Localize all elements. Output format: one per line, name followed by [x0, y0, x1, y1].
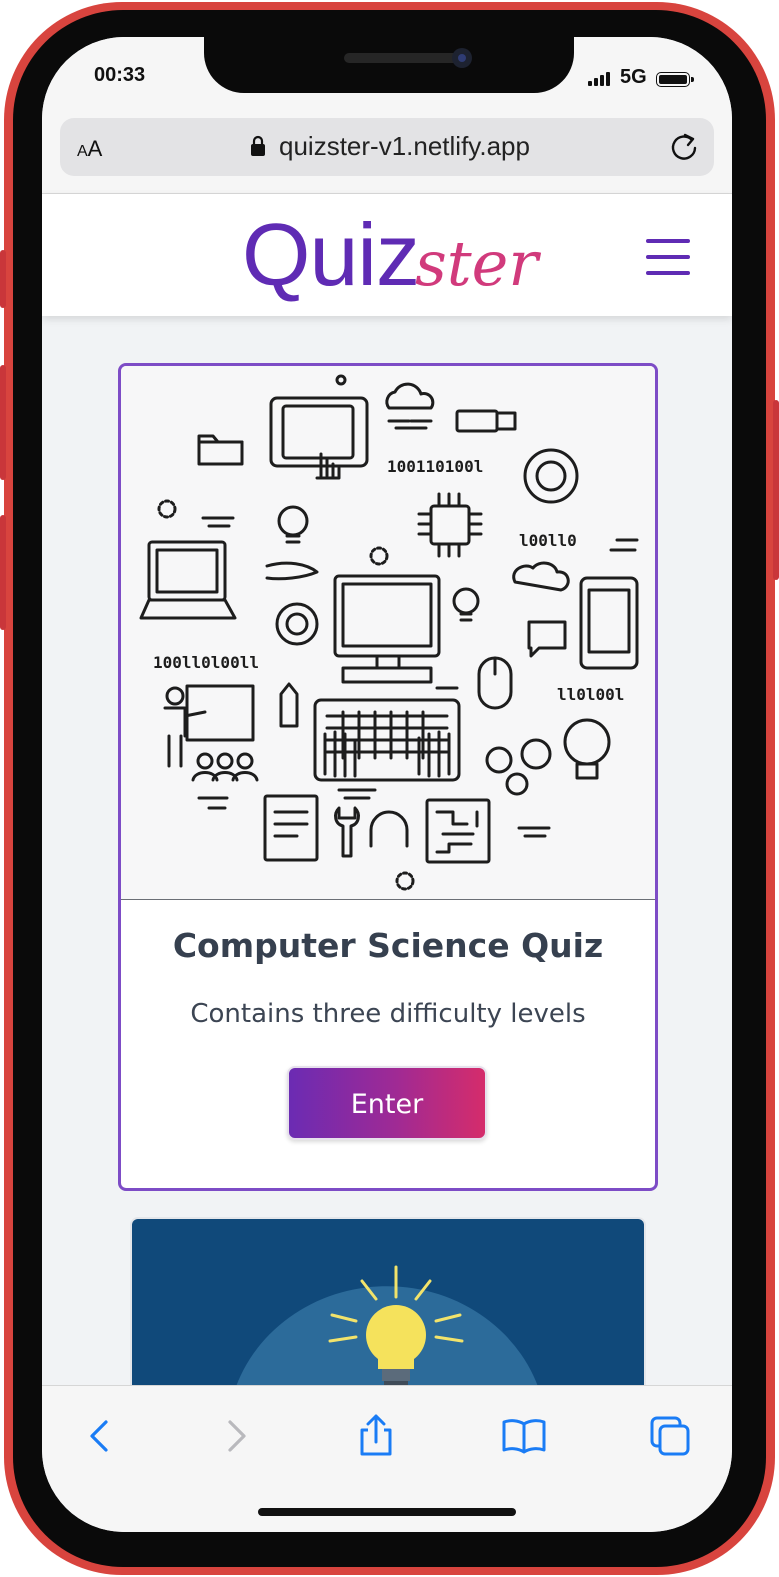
notch: [204, 37, 574, 93]
status-time: 00:33: [94, 64, 146, 86]
text-size-button[interactable]: AA: [77, 136, 102, 162]
quiz-card: 100110100l l00ll0 100ll0l00ll ll0l00l Co…: [118, 363, 658, 1191]
browser-address-area: AA quizster-v1.netlify.app: [42, 115, 732, 194]
volume-button-up: [0, 365, 6, 480]
enter-quiz-button[interactable]: Enter: [287, 1066, 487, 1140]
computer-science-illustration: 100110100l l00ll0 100ll0l00ll ll0l00l: [121, 366, 655, 900]
phone-screen: 00:33 5G AA quizster-v1.netlify.app Quiz…: [42, 37, 732, 1532]
quiz-subtitle: Contains three difficulty levels: [190, 999, 586, 1029]
svg-text:100110100l: 100110100l: [387, 457, 483, 476]
quizster-logo[interactable]: Quizster: [242, 204, 538, 304]
forward-icon[interactable]: [214, 1414, 258, 1458]
power-button: [773, 400, 779, 580]
hamburger-menu-icon[interactable]: [646, 239, 690, 275]
quiz-title: Computer Science Quiz: [172, 926, 604, 965]
front-camera: [452, 48, 472, 68]
address-bar[interactable]: AA quizster-v1.netlify.app: [60, 118, 714, 176]
lock-icon: [251, 135, 265, 156]
volume-button-down: [0, 515, 6, 630]
cellular-signal-icon: [588, 72, 612, 86]
network-type: 5G: [620, 66, 647, 88]
bookmarks-icon[interactable]: [502, 1414, 546, 1458]
home-indicator: [258, 1508, 516, 1516]
svg-text:l00ll0: l00ll0: [519, 531, 577, 550]
svg-text:ll0l00l: ll0l00l: [557, 685, 624, 704]
site-header: Quizster: [42, 194, 732, 316]
battery-icon: [656, 72, 694, 87]
speaker-grille: [344, 53, 459, 63]
browser-toolbar: [42, 1385, 732, 1532]
svg-text:100ll0l00ll: 100ll0l00ll: [153, 653, 259, 672]
url-text[interactable]: quizster-v1.netlify.app: [279, 131, 530, 162]
tabs-icon[interactable]: [648, 1414, 692, 1458]
reload-icon[interactable]: [668, 131, 700, 163]
share-icon[interactable]: [354, 1414, 398, 1458]
lightbulb-illustration: [232, 1265, 542, 1399]
back-icon[interactable]: [78, 1414, 122, 1458]
quiz-card-2: [130, 1217, 646, 1399]
volume-button-top: [0, 250, 6, 308]
